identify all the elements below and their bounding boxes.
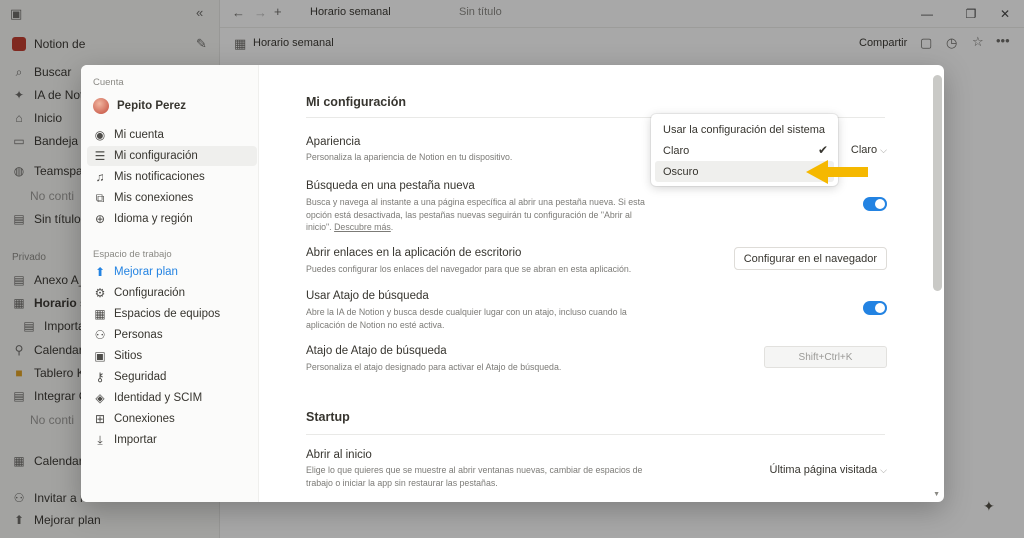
settings-item-configuration[interactable]: ⚙ Configuración (87, 283, 257, 303)
settings-item-teamspaces[interactable]: ▦ Espacios de equipos (87, 304, 257, 324)
user-name: Pepito Perez (117, 100, 187, 112)
user-circle-icon: ◉ (94, 128, 106, 142)
settings-item-label: Mis conexiones (114, 192, 194, 204)
new-tab-search-title: Búsqueda en una pestaña nueva (306, 180, 475, 192)
appearance-select[interactable]: Claro ⌵ (851, 144, 887, 156)
open-on-start-title: Abrir al inicio (306, 449, 372, 461)
period: . (390, 222, 394, 232)
settings-item-label: Mis notificaciones (114, 171, 205, 183)
desktop-links-title: Abrir enlaces en la aplicación de escrit… (306, 247, 522, 259)
option-light[interactable]: Claro ✔ (651, 140, 838, 161)
settings-item-label: Sitios (114, 350, 143, 362)
building-icon: ▦ (94, 307, 106, 321)
settings-item-my-connections[interactable]: ⧉ Mis conexiones (87, 188, 257, 208)
desktop-links-desc: Puedes configurar los enlaces del navega… (306, 264, 632, 274)
settings-item-label: Mi configuración (114, 150, 198, 162)
settings-item-label: Mi cuenta (114, 129, 164, 141)
user-profile: Pepito Perez (93, 98, 186, 114)
divider (306, 434, 885, 435)
settings-item-label: Seguridad (114, 371, 167, 383)
avatar (93, 98, 109, 114)
new-tab-search-desc: Busca y navega al instante a una página … (306, 196, 646, 234)
shortcut-key-field[interactable]: Shift+Ctrl+K (764, 346, 887, 368)
settings-item-label: Personas (114, 329, 163, 341)
appearance-value: Claro (850, 144, 878, 156)
settings-item-import[interactable]: ⤓ Importar (87, 430, 257, 450)
upgrade-icon: ⬆ (94, 265, 106, 279)
shield-icon: ◈ (95, 391, 105, 405)
workspace-section-title: Espacio de trabajo (93, 249, 172, 260)
option-label: Usar la configuración del sistema (663, 123, 826, 136)
configure-browser-button[interactable]: Configurar en el navegador (733, 247, 887, 270)
globe-icon: ⊕ (94, 212, 106, 226)
open-on-start-desc: Elige lo que quieres que se muestre al a… (306, 465, 643, 488)
scrollbar[interactable] (933, 75, 942, 291)
scroll-down-icon[interactable]: ▼ (933, 491, 940, 498)
sliders-icon: ☰ (94, 149, 106, 163)
settings-item-my-settings[interactable]: ☰ Mi configuración (87, 146, 257, 166)
shortcut-key-desc: Personaliza el atajo designado para acti… (306, 362, 562, 372)
chevron-down-icon: ⌵ (880, 465, 887, 475)
sparkle-icon[interactable]: ✦ (983, 498, 995, 515)
settings-item-security[interactable]: ⚷ Seguridad (87, 367, 257, 387)
startup-heading: Startup (306, 410, 350, 424)
settings-item-upgrade[interactable]: ⬆ Mejorar plan (87, 262, 257, 282)
option-system[interactable]: Usar la configuración del sistema (651, 119, 838, 140)
download-icon: ⤓ (97, 432, 103, 447)
key-icon: ⚷ (95, 370, 105, 384)
people-icon: ⚇ (94, 328, 106, 342)
settings-item-label: Configuración (114, 287, 185, 299)
settings-item-sites[interactable]: ▣ Sitios (87, 346, 257, 366)
appearance-desc: Personaliza la apariencia de Notion en t… (306, 152, 513, 162)
search-shortcut-desc: Abre la IA de Notion y busca desde cualq… (306, 307, 627, 330)
search-shortcut-toggle[interactable] (863, 301, 887, 315)
settings-item-notifications[interactable]: ♫ Mis notificaciones (87, 167, 257, 187)
grid-icon: ⊞ (94, 412, 106, 426)
settings-item-label: Mejorar plan (114, 266, 178, 278)
page-title: Mi configuración (306, 95, 406, 109)
settings-item-label: Identidad y SCIM (114, 392, 203, 404)
gear-icon: ⚙ (94, 286, 106, 300)
settings-item-label: Conexiones (114, 413, 175, 425)
settings-sidebar: Cuenta Pepito Perez ◉ Mi cuenta ☰ Mi con… (81, 65, 259, 502)
settings-item-my-account[interactable]: ◉ Mi cuenta (87, 125, 257, 145)
connections-icon: ⧉ (95, 190, 105, 205)
shortcut-key-title: Atajo de Atajo de búsqueda (306, 345, 447, 357)
appearance-title: Apariencia (306, 136, 361, 148)
settings-item-connections[interactable]: ⊞ Conexiones (87, 409, 257, 429)
settings-item-label: Idioma y región (114, 213, 193, 225)
search-shortcut-title: Usar Atajo de búsqueda (306, 290, 429, 302)
arrow-annotation-icon (806, 160, 868, 184)
option-label: Oscuro (663, 165, 699, 178)
open-on-start-value: Última página visitada (769, 464, 878, 476)
account-section-title: Cuenta (93, 77, 124, 88)
settings-item-label: Importar (114, 434, 157, 446)
learn-more-link[interactable]: Descubre más (334, 222, 391, 232)
check-icon: ✔ (817, 143, 828, 157)
open-on-start-select[interactable]: Última página visitada ⌵ (770, 464, 887, 476)
settings-item-label: Espacios de equipos (114, 308, 221, 320)
settings-item-people[interactable]: ⚇ Personas (87, 325, 257, 345)
new-tab-search-toggle[interactable] (863, 197, 887, 211)
bell-icon: ♫ (95, 170, 105, 184)
option-label: Claro (663, 144, 690, 157)
settings-item-identity[interactable]: ◈ Identidad y SCIM (87, 388, 257, 408)
settings-item-language[interactable]: ⊕ Idioma y región (87, 209, 257, 229)
sites-icon: ▣ (94, 349, 106, 363)
chevron-down-icon: ⌵ (880, 145, 887, 155)
